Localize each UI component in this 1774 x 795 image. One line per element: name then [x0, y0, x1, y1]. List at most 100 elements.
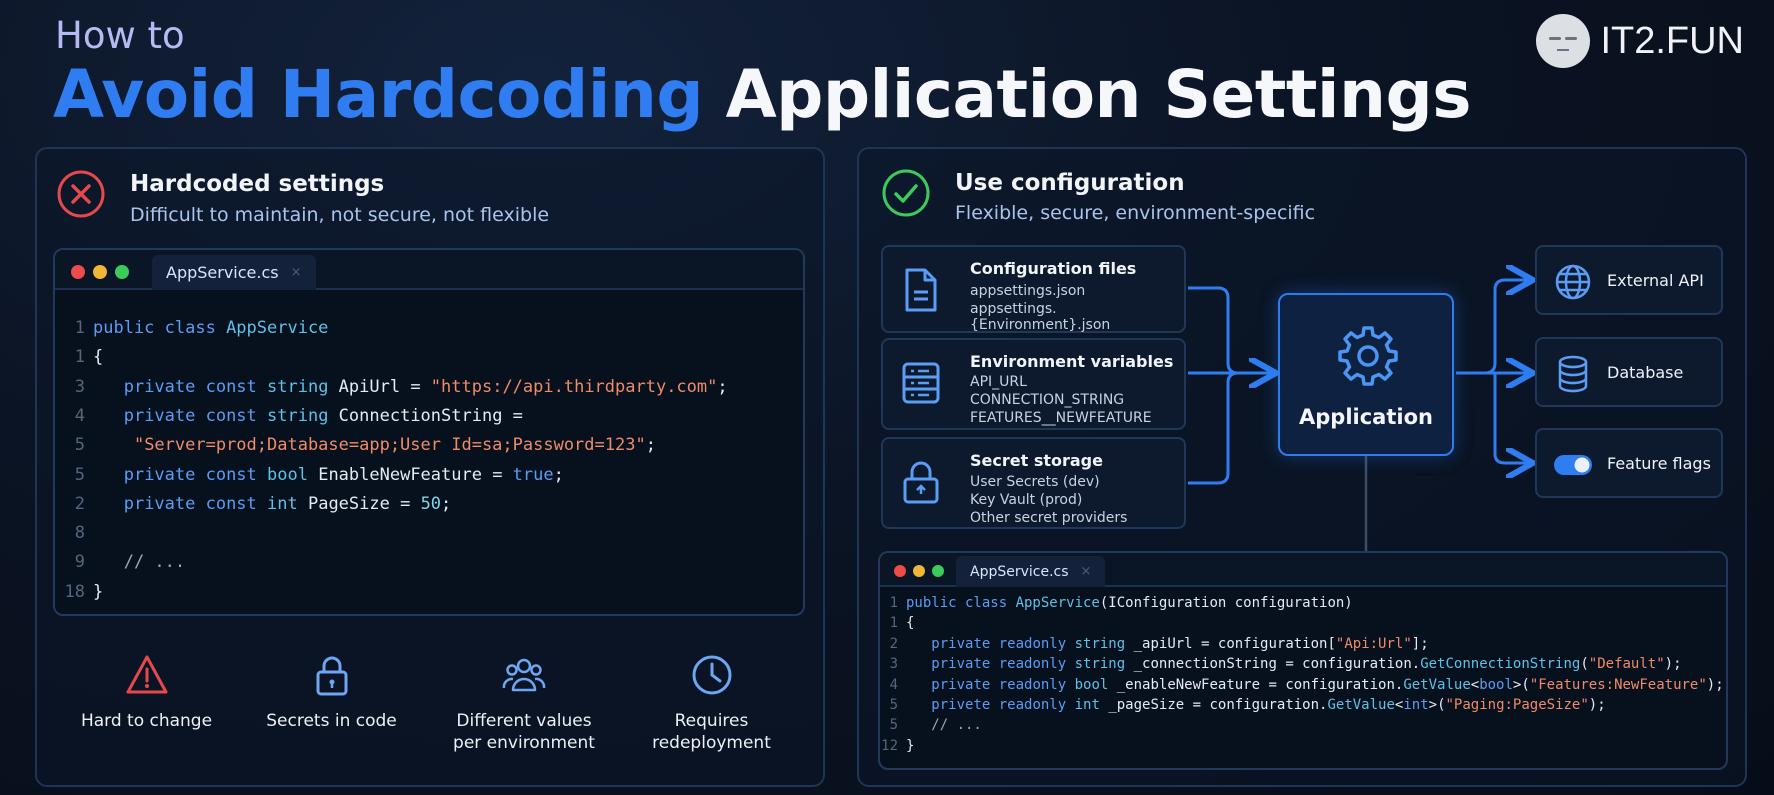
- code-line: 3 private readonly string _connectionStr…: [880, 656, 1682, 672]
- code-token: >(: [1512, 676, 1530, 693]
- code-token: "Features:NewFeature": [1529, 676, 1707, 693]
- code-token: private const: [123, 493, 268, 514]
- source-title: Configuration files: [970, 259, 1137, 278]
- brand: IT2.FUN: [1536, 14, 1744, 68]
- code-token: <: [1470, 676, 1480, 693]
- code-token: int: [267, 493, 308, 514]
- code-token: true: [512, 464, 554, 485]
- page-title: Avoid Hardcoding Application Settings: [53, 56, 1472, 133]
- source-secret-storage: Secret storage User Secrets (dev) Key Va…: [881, 437, 1186, 529]
- line-number: 5: [889, 717, 898, 734]
- tab-close-icon[interactable]: ×: [291, 265, 302, 280]
- line-number: 12: [881, 737, 898, 754]
- code-line: 1 public class AppService(IConfiguration …: [880, 595, 1353, 611]
- code-token: string: [1074, 635, 1134, 652]
- line-number: 3: [889, 656, 898, 673]
- issue-requires-redeployment: Requires redeployment: [640, 652, 783, 754]
- maximize-dot-icon[interactable]: [115, 265, 129, 279]
- target-feature-flags: Feature flags: [1535, 428, 1723, 498]
- code-line: 18}: [55, 581, 104, 602]
- code-token: string: [267, 376, 339, 397]
- line-number: 18: [64, 581, 85, 602]
- code-token: EnableNewFeature =: [318, 464, 513, 485]
- target-label: Feature flags: [1607, 454, 1711, 473]
- lock-icon: [901, 459, 941, 505]
- code-token: (IConfiguration configuration): [1099, 595, 1353, 611]
- source-line: appsettings.{Environment}.json: [970, 301, 1111, 333]
- code-token: _pageSize = configuration.: [1108, 697, 1328, 713]
- clock-icon: [689, 652, 735, 698]
- source-line: appsettings.json: [970, 283, 1086, 299]
- code-token: bool: [1479, 676, 1513, 693]
- warning-icon: [124, 652, 170, 698]
- error-x-icon: [56, 169, 106, 219]
- code-token: _connectionString = configuration.: [1133, 656, 1421, 673]
- target-label: Database: [1607, 363, 1684, 382]
- code-token: // ...: [93, 552, 186, 573]
- code-token: int: [1403, 697, 1429, 713]
- code-tab[interactable]: AppService.cs ×: [152, 255, 316, 290]
- minimize-dot-icon[interactable]: [913, 565, 925, 577]
- issue-label: Secrets in code: [266, 711, 397, 731]
- code-tab-label: AppService.cs: [166, 263, 279, 282]
- source-configuration-files: Configuration files appsettings.json app…: [881, 245, 1186, 333]
- source-environment-variables: Environment variables API_URL CONNECTION…: [881, 338, 1186, 430]
- source-title: Secret storage: [970, 451, 1103, 470]
- minimize-dot-icon[interactable]: [93, 265, 107, 279]
- target-label: External API: [1607, 271, 1704, 290]
- maximize-dot-icon[interactable]: [932, 565, 944, 577]
- line-number: 1: [74, 318, 85, 338]
- line-number: 2: [74, 493, 85, 514]
- code-token: ;: [441, 493, 452, 514]
- code-token: ;: [553, 464, 564, 485]
- line-number: 8: [74, 523, 85, 544]
- code-token: GetConnectionString: [1420, 656, 1581, 673]
- page-title-rest: Application Settings: [725, 56, 1472, 133]
- page-title-highlight: Avoid Hardcoding: [53, 56, 704, 133]
- code-token: );: [1664, 656, 1682, 673]
- source-line: CONNECTION_STRING: [970, 392, 1125, 408]
- code-token: GetValue: [1327, 697, 1395, 713]
- code-token: AppService: [1015, 595, 1100, 611]
- code-token: string: [1074, 656, 1134, 673]
- code-token: PageSize =: [307, 493, 421, 514]
- close-dot-icon[interactable]: [71, 265, 85, 279]
- source-line: Key Vault (prod): [970, 492, 1083, 508]
- hardcoded-code-window: AppService.cs × 1 public class AppService…: [53, 248, 805, 616]
- tab-close-icon[interactable]: ×: [1081, 564, 1092, 579]
- code-token: "Paging:PageSize": [1445, 697, 1589, 713]
- code-token: _enableNewFeature = configuration.: [1116, 676, 1404, 693]
- server-icon: [901, 360, 941, 406]
- close-dot-icon[interactable]: [894, 565, 906, 577]
- code-line: 5 // ...: [880, 717, 982, 733]
- lock-icon: [309, 652, 355, 698]
- target-external-api: External API: [1535, 245, 1723, 315]
- page-pretitle: How to: [55, 14, 185, 57]
- code-line: 5 private const bool EnableNewFeature = …: [55, 465, 564, 485]
- hardcoded-title: Hardcoded settings: [130, 171, 385, 197]
- code-token: ];: [1411, 635, 1429, 652]
- code-tab[interactable]: AppService.cs ×: [956, 556, 1106, 587]
- code-token: );: [1706, 676, 1724, 693]
- code-token: private readonly: [931, 656, 1075, 673]
- success-check-icon: [881, 168, 931, 218]
- hardcoded-code: 1 public class AppService 1{3 private cons…: [55, 292, 803, 614]
- application-node: Application: [1278, 293, 1454, 456]
- code-line: 5 privete readonly int _pageSize = confi…: [880, 697, 1606, 713]
- code-token: string: [267, 405, 339, 426]
- code-token: private const: [123, 405, 268, 426]
- code-line: 2 private readonly string _apiUrl = conf…: [880, 636, 1429, 652]
- line-number: 1: [889, 615, 898, 632]
- source-line: Other secret providers: [970, 510, 1128, 526]
- code-line: 9 // ...: [55, 552, 185, 572]
- issue-label: Hard to change: [80, 711, 213, 731]
- database-icon: [1553, 355, 1593, 393]
- source-line: API_URL: [970, 374, 1027, 390]
- configuration-code: 1 public class AppService(IConfiguration …: [880, 589, 1726, 768]
